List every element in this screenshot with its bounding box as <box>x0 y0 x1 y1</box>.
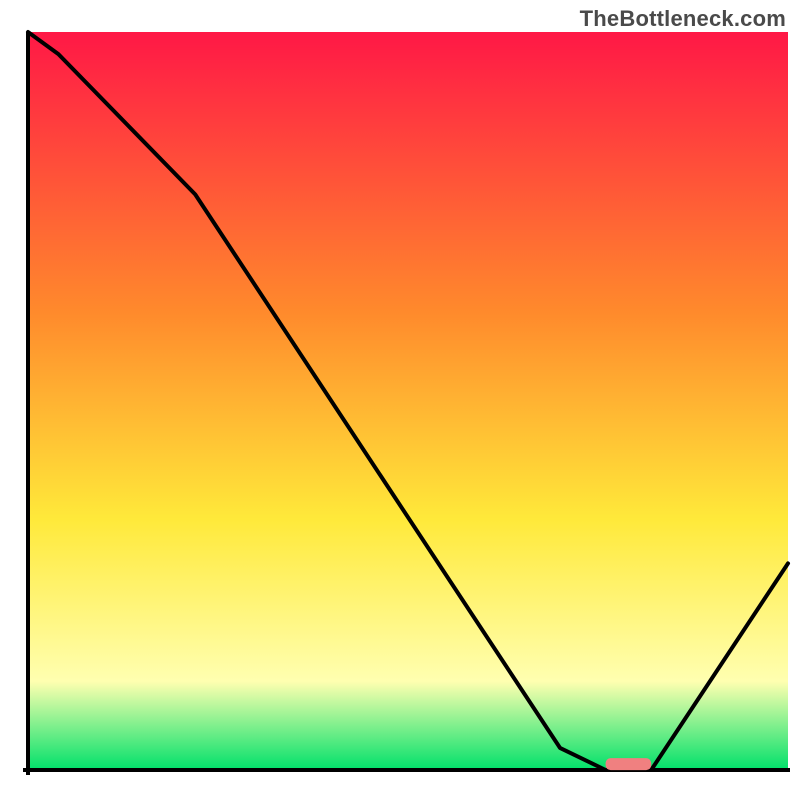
chart-frame: TheBottleneck.com <box>0 0 800 800</box>
optimal-marker <box>606 758 652 770</box>
bottleneck-chart <box>0 0 800 800</box>
